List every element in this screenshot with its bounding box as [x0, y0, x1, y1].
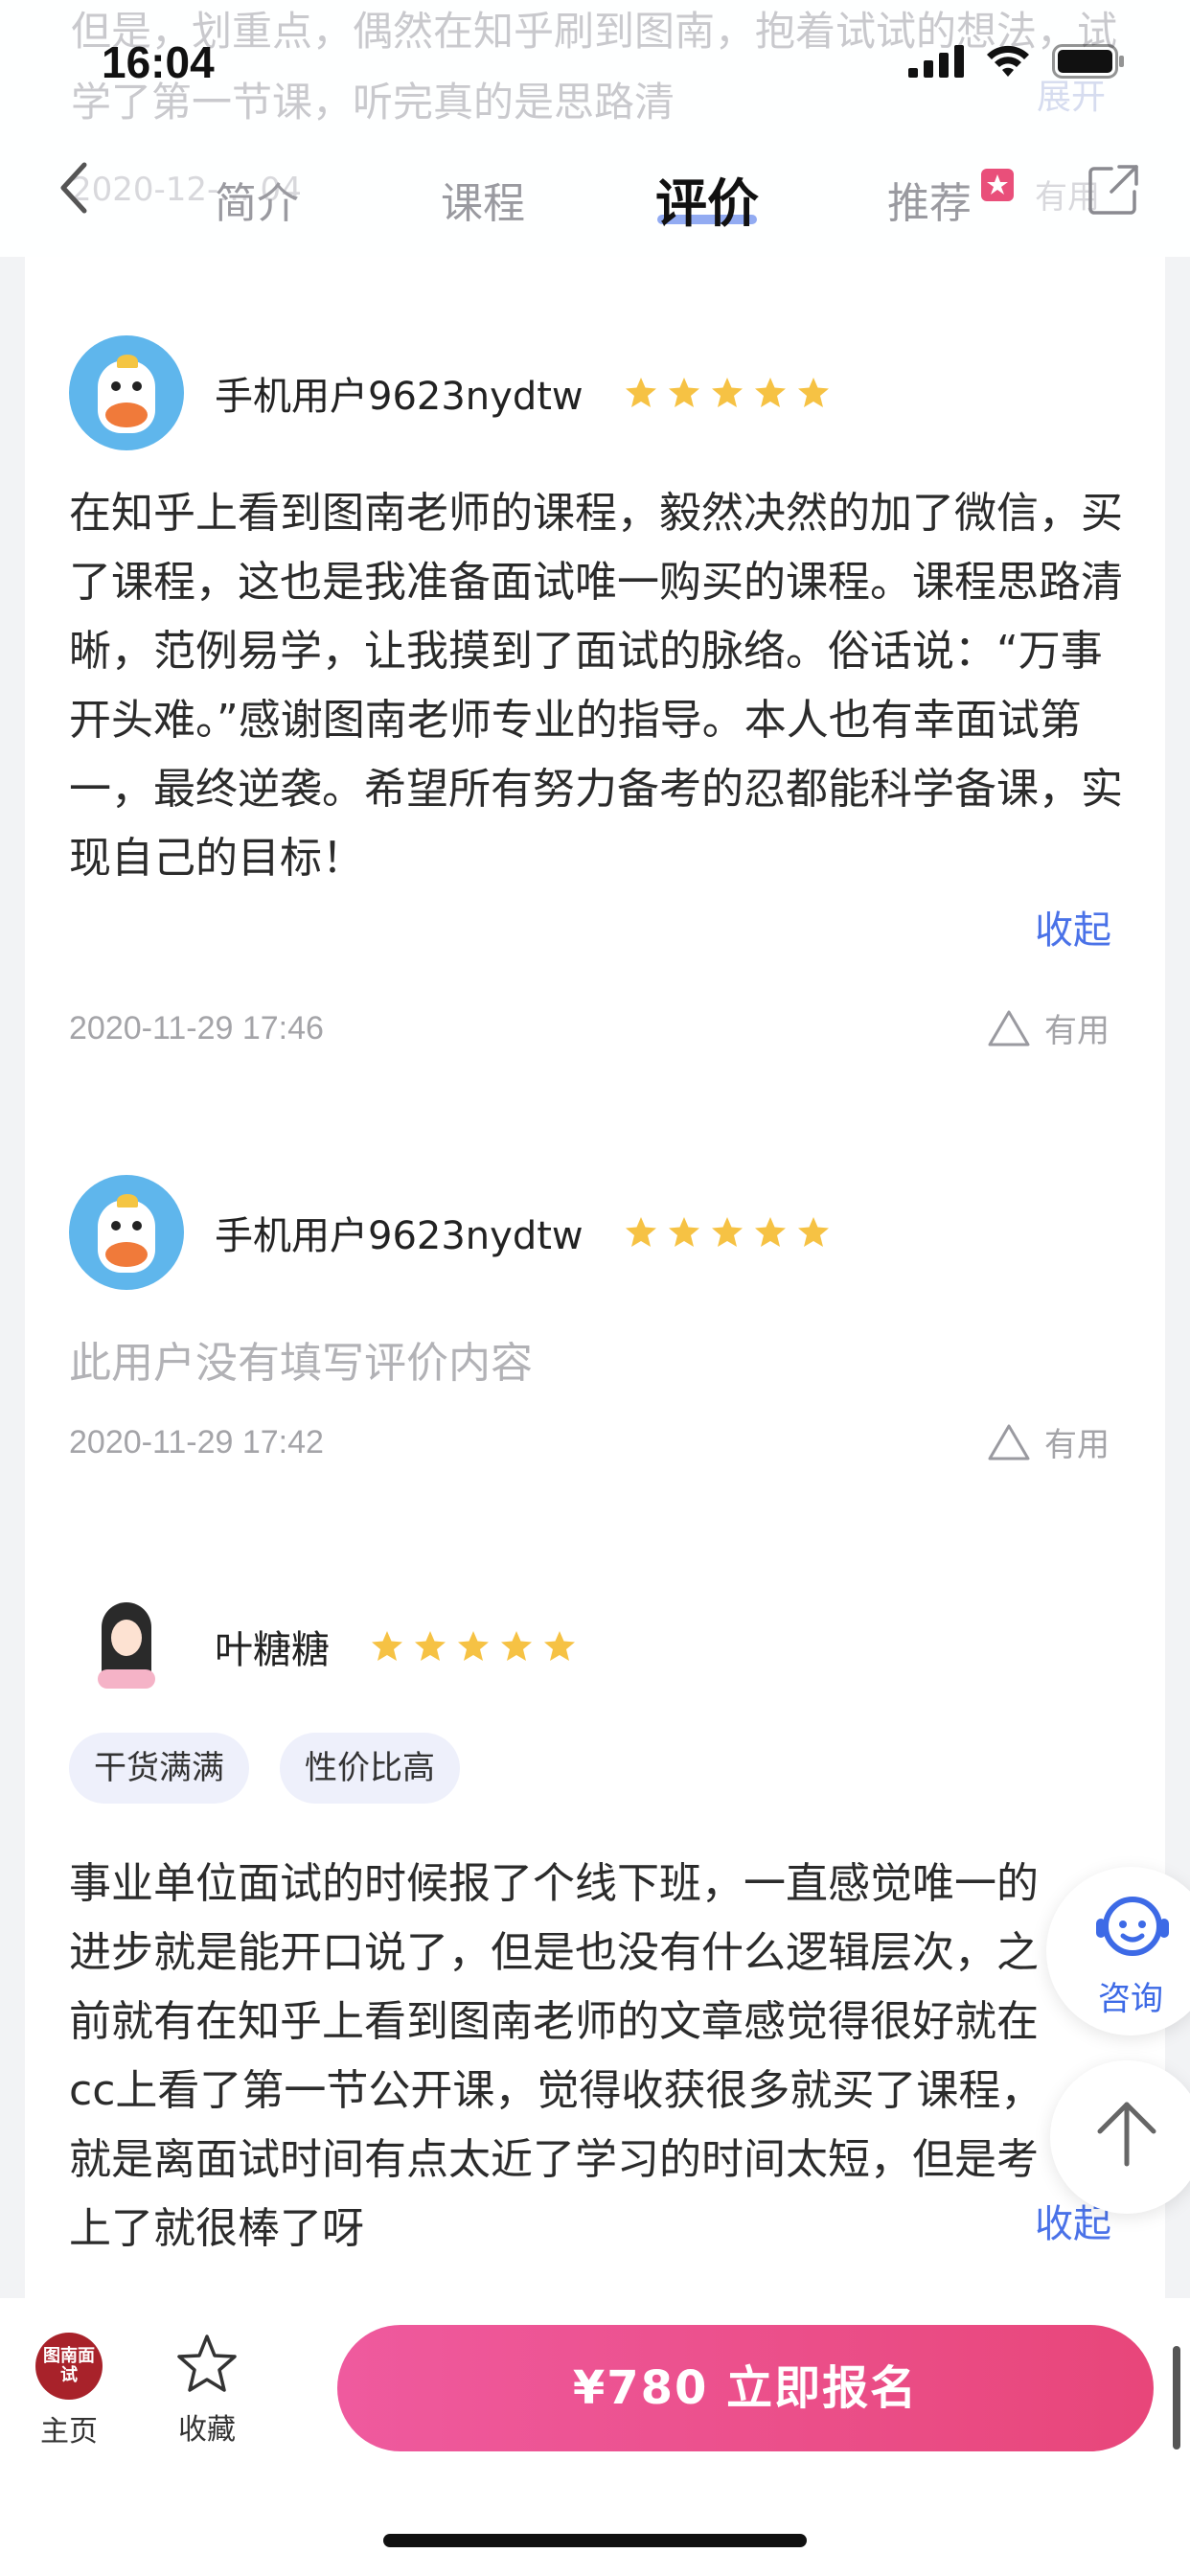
- star-icon: [754, 378, 786, 407]
- star-rating: [624, 376, 831, 410]
- review-header: 手机用户9623nydtw: [69, 335, 831, 450]
- triangle-icon: [988, 1424, 1030, 1460]
- tab-recommend[interactable]: 推荐: [887, 169, 972, 230]
- useful-label: 有用: [1044, 1012, 1110, 1050]
- star-icon: [754, 1217, 786, 1247]
- avatar[interactable]: [69, 1175, 184, 1290]
- star-icon: [625, 378, 656, 407]
- star-icon: [415, 1631, 446, 1661]
- customer-service-icon: [1096, 1897, 1169, 1956]
- review-username: 手机用户9623nydtw: [215, 375, 584, 419]
- favorite-label: 收藏: [178, 2413, 236, 2447]
- back-to-top-button[interactable]: [1050, 2060, 1190, 2214]
- star-outline-icon: [177, 2334, 237, 2392]
- recommend-badge-icon: [981, 169, 1014, 201]
- star-icon: [501, 1631, 532, 1661]
- useful-label: 有用: [1044, 1426, 1110, 1464]
- reviews-card: 手机用户9623nydtw 在知乎上看到图南老师的课程，毅然决然的加了微信，买了…: [25, 257, 1165, 2298]
- review-username: 手机用户9623nydtw: [215, 1214, 584, 1258]
- star-icon: [372, 1631, 402, 1661]
- review-header: 叶糖糖: [69, 1589, 577, 1704]
- status-bar: 16:04: [0, 0, 1190, 134]
- triangle-icon: [988, 1010, 1030, 1046]
- tab-reviews[interactable]: 评价: [655, 161, 759, 237]
- home-nav[interactable]: 图南面试 主页: [33, 2333, 105, 2450]
- review-text: 在知乎上看到图南老师的课程，毅然决然的加了微信，买了课程，这也是我准备面试唯一购…: [69, 489, 1123, 883]
- useful-button[interactable]: 有用: [987, 1418, 1110, 1465]
- review-header: 手机用户9623nydtw: [69, 1175, 831, 1290]
- avatar[interactable]: [69, 1589, 184, 1704]
- battery-icon: [1052, 44, 1124, 79]
- useful-button[interactable]: 有用: [987, 1004, 1110, 1051]
- tab-course[interactable]: 课程: [441, 169, 525, 230]
- star-icon: [711, 1217, 743, 1247]
- wifi-icon: [987, 45, 1029, 77]
- share-icon[interactable]: [1087, 163, 1140, 217]
- home-indicator: [383, 2534, 807, 2547]
- avatar[interactable]: [69, 335, 184, 450]
- star-rating: [624, 1215, 831, 1250]
- star-icon: [711, 378, 743, 407]
- status-time: 16:04: [102, 37, 215, 87]
- back-arrow-icon[interactable]: [54, 159, 96, 217]
- brand-logo: 图南面试: [35, 2333, 103, 2400]
- star-icon: [668, 1217, 699, 1247]
- enroll-button[interactable]: ¥780 立即报名: [337, 2325, 1154, 2451]
- home-label: 主页: [40, 2415, 98, 2449]
- review-tag: 性价比高: [280, 1733, 460, 1804]
- tab-intro[interactable]: 简介: [215, 169, 299, 230]
- star-icon: [625, 1217, 656, 1247]
- review-date: 2020-11-29 17:42: [69, 1424, 324, 1460]
- status-icons: [908, 44, 1125, 79]
- empty-review-text: 此用户没有填写评价内容: [69, 1339, 533, 1388]
- review-username: 叶糖糖: [215, 1628, 330, 1672]
- review-text: 事业单位面试的时候报了个线下班，一直感觉唯一的进步就是能开口说了，但是也没有什么…: [69, 1859, 1043, 2253]
- star-icon: [668, 378, 699, 407]
- star-rating: [370, 1629, 577, 1664]
- favorite-nav[interactable]: 收藏: [169, 2333, 245, 2448]
- star-icon: [544, 1631, 575, 1661]
- arrow-up-icon: [1097, 2102, 1156, 2167]
- scrollbar-thumb[interactable]: [1173, 2346, 1180, 2450]
- bottom-bar: 图南面试 主页 收藏 ¥780 立即报名: [0, 2298, 1190, 2576]
- star-icon: [797, 1217, 829, 1247]
- collapse-link[interactable]: 收起: [1035, 899, 1111, 954]
- star-icon: [797, 378, 829, 407]
- review-date: 2020-11-29 17:46: [69, 1010, 324, 1046]
- signal-icon: [908, 45, 964, 78]
- review-tag: 干货满满: [69, 1733, 249, 1804]
- consult-label: 咨询: [1098, 1980, 1163, 2018]
- star-icon: [458, 1631, 489, 1661]
